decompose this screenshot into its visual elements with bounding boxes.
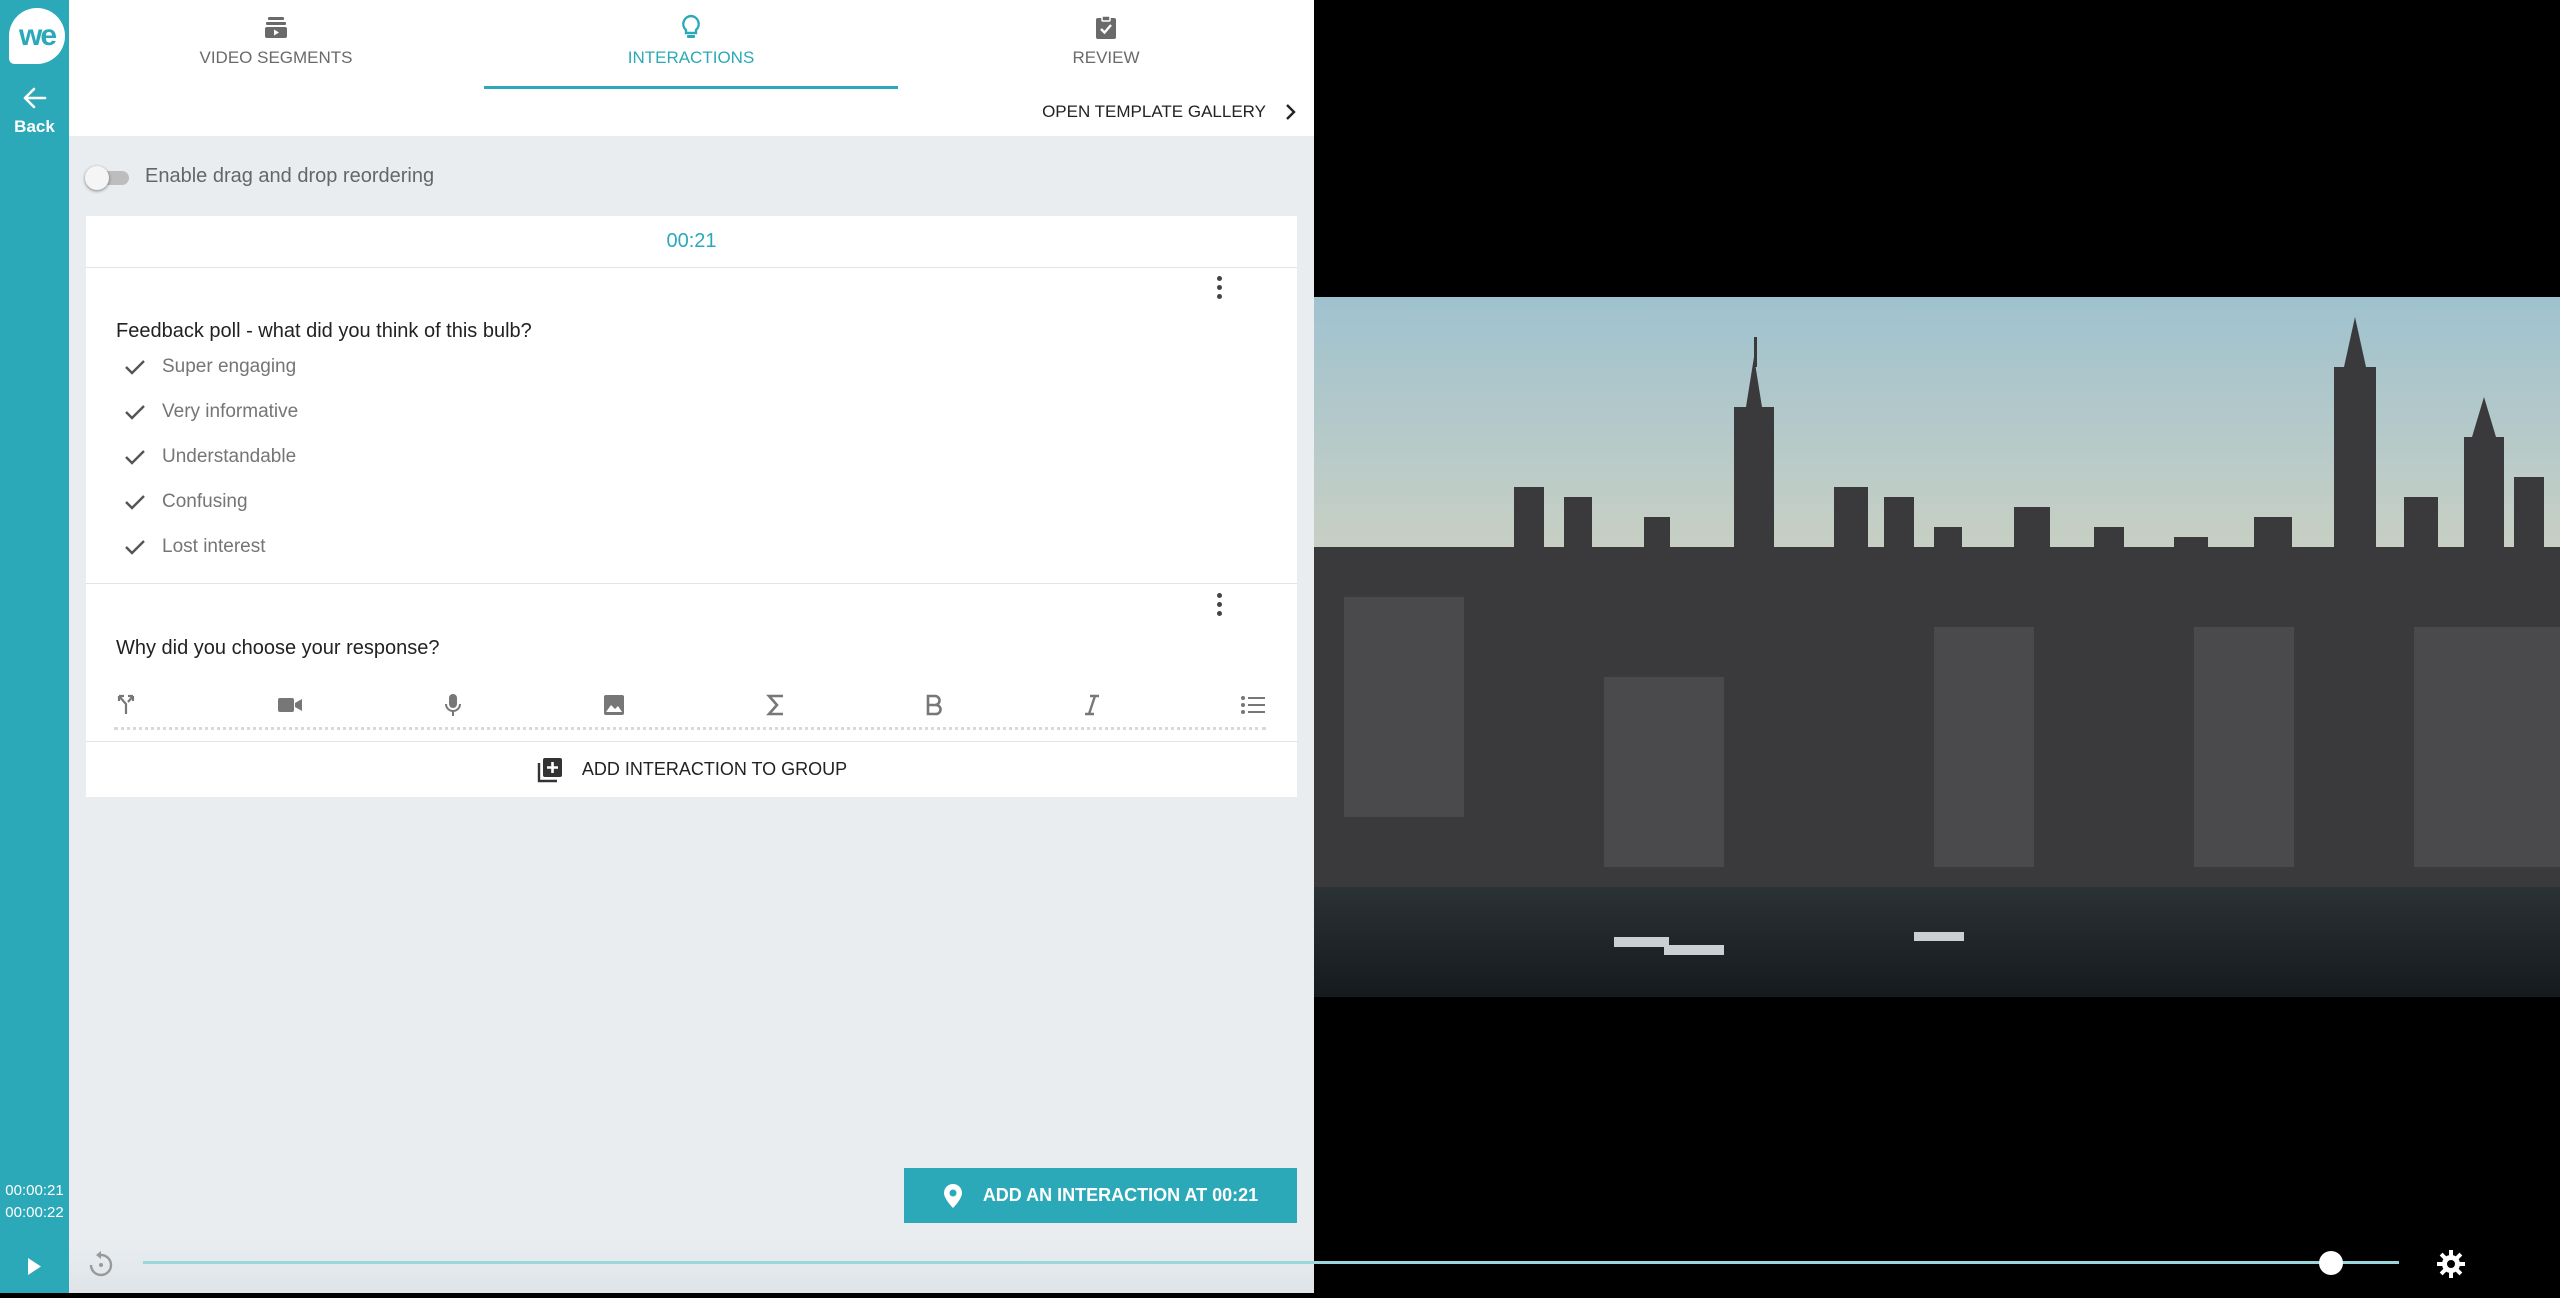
mic-icon[interactable] (443, 693, 463, 717)
arrow-left-icon (23, 87, 46, 109)
toolbar-divider (114, 727, 1266, 730)
tab-label: INTERACTIONS (627, 48, 755, 67)
add-group-label: ADD INTERACTION TO GROUP (581, 759, 848, 779)
tab-interactions[interactable]: INTERACTIONS (484, 0, 898, 92)
app-logo: we (9, 8, 65, 64)
check-icon (125, 495, 145, 510)
check-icon (125, 540, 145, 555)
left-rail (0, 0, 69, 1293)
check-icon (125, 405, 145, 420)
play-icon (28, 1258, 41, 1275)
current-time: 00:00:21 (5, 1182, 64, 1199)
image-icon[interactable] (602, 693, 626, 717)
play-button[interactable] (0, 1240, 69, 1293)
poll-option-label: Confusing (162, 491, 248, 512)
branch-icon[interactable] (114, 693, 138, 717)
total-time: 00:00:22 (5, 1204, 64, 1221)
add-interaction-label: ADD AN INTERACTION AT 00:21 (982, 1185, 1259, 1205)
player-bar-panel-section (69, 1240, 1314, 1293)
clipboard-check-icon (1096, 15, 1116, 39)
open-template-gallery-button[interactable]: OPEN TEMPLATE GALLERY (1042, 102, 1296, 122)
lightbulb-icon (682, 14, 700, 38)
reorder-toggle[interactable] (85, 165, 131, 190)
city-skyline-image (1314, 297, 2560, 997)
italic-icon[interactable] (1083, 694, 1101, 716)
poll-option[interactable]: Very informative (124, 401, 298, 423)
segments-icon (265, 17, 287, 38)
sigma-icon[interactable] (765, 694, 786, 716)
group-timestamp[interactable]: 00:21 (86, 216, 1297, 268)
gallery-label: OPEN TEMPLATE GALLERY (1042, 102, 1266, 121)
tab-review[interactable]: REVIEW (899, 0, 1313, 92)
gear-icon[interactable] (2436, 1249, 2466, 1279)
open-question[interactable]: Why did you choose your response? (116, 637, 440, 660)
poll-option-label: Very informative (162, 401, 299, 422)
gallery-row: OPEN TEMPLATE GALLERY (69, 92, 1314, 136)
poll-question[interactable]: Feedback poll - what did you think of th… (116, 320, 532, 343)
tab-label: VIDEO SEGMENTS (199, 48, 353, 67)
tab-bar: VIDEO SEGMENTS INTERACTIONS REVIEW (69, 0, 1314, 92)
video-icon[interactable] (277, 695, 303, 715)
question-more-menu-button[interactable] (1204, 589, 1234, 619)
tab-video-segments[interactable]: VIDEO SEGMENTS (69, 0, 483, 92)
seek-bar[interactable] (143, 1261, 2399, 1264)
add-interaction-button[interactable]: ADD AN INTERACTION AT 00:21 (904, 1168, 1297, 1223)
library-add-icon (537, 757, 562, 782)
location-pin-icon (943, 1183, 962, 1208)
poll-option[interactable]: Lost interest (124, 536, 266, 558)
check-icon (125, 360, 145, 375)
poll-option[interactable]: Confusing (124, 491, 248, 513)
poll-option-label: Understandable (162, 446, 297, 467)
video-preview[interactable] (1314, 297, 2560, 997)
poll-more-menu-button[interactable] (1204, 272, 1234, 302)
interaction-group-card: 00:21 Feedback poll - what did you think… (86, 216, 1297, 797)
reorder-label: Enable drag and drop reordering (145, 165, 435, 187)
poll-option[interactable]: Super engaging (124, 356, 296, 378)
response-type-toolbar (114, 690, 1266, 720)
check-icon (125, 450, 145, 465)
replay-icon[interactable] (86, 1250, 116, 1280)
back-label: Back (14, 117, 55, 136)
chevron-right-icon (1286, 104, 1296, 120)
add-interaction-to-group-button[interactable]: ADD INTERACTION TO GROUP (86, 742, 1297, 797)
reorder-toggle-row: Enable drag and drop reordering (85, 165, 435, 190)
back-button[interactable]: Back (0, 86, 69, 137)
active-tab-indicator (484, 86, 898, 89)
divider (86, 583, 1297, 584)
poll-option-label: Super engaging (162, 356, 297, 377)
list-icon[interactable] (1240, 694, 1266, 716)
poll-option-label: Lost interest (162, 536, 266, 557)
poll-option[interactable]: Understandable (124, 446, 296, 468)
bold-icon[interactable] (925, 694, 943, 716)
tab-label: REVIEW (1072, 48, 1140, 67)
